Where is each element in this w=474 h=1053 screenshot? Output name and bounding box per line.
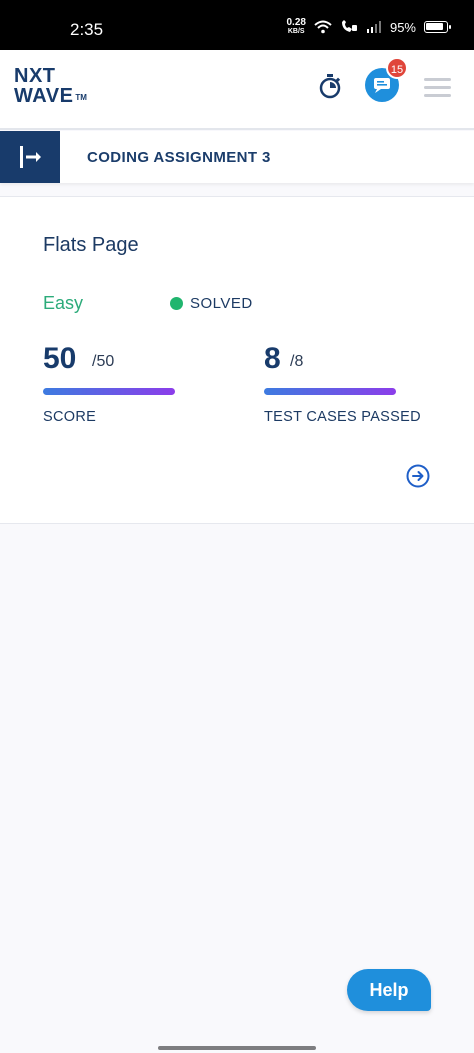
sidebar-toggle-button[interactable] <box>0 131 60 183</box>
battery-icon <box>424 21 451 33</box>
help-button[interactable]: Help <box>347 969 431 1011</box>
question-card[interactable]: Flats Page Easy SOLVED 50 /50 SCORE 8 /8… <box>0 196 474 524</box>
network-speed: 0.28 KB/S <box>286 17 306 36</box>
status-icons: 0.28 KB/S 95% <box>286 17 451 36</box>
tests-progress-bar <box>264 388 396 395</box>
solved-status-label: SOLVED <box>190 295 253 312</box>
question-title[interactable]: Flats Page <box>43 234 139 257</box>
arrow-right-circle-icon <box>406 464 430 488</box>
solved-status-dot <box>170 297 183 310</box>
assignment-bar: CODING ASSIGNMENT 3 <box>0 131 474 183</box>
home-indicator[interactable] <box>158 1046 316 1050</box>
open-question-button[interactable] <box>406 464 430 488</box>
stopwatch-icon[interactable] <box>318 74 342 100</box>
status-bar: 2:35 0.28 KB/S 95% <box>0 0 474 50</box>
call-icon <box>341 20 357 32</box>
status-time: 2:35 <box>70 20 104 39</box>
tests-total: /8 <box>290 353 304 370</box>
battery-percent: 95% <box>389 19 416 35</box>
expand-sidebar-icon <box>20 146 41 168</box>
wifi-icon <box>314 20 332 34</box>
score-progress-bar <box>43 388 175 395</box>
assignment-title: CODING ASSIGNMENT 3 <box>87 149 271 166</box>
score-total: /50 <box>92 353 115 370</box>
signal-icon <box>366 21 381 33</box>
tests-passed-value: 8 <box>264 342 281 375</box>
score-value: 50 <box>43 342 77 375</box>
difficulty-label: Easy <box>43 293 84 313</box>
app-header: NXT WAVE TM 15 <box>0 50 474 130</box>
hamburger-menu-icon[interactable] <box>424 78 451 98</box>
tests-label: TEST CASES PASSED <box>264 409 421 425</box>
nxtwave-logo[interactable]: NXT WAVE TM <box>14 66 87 108</box>
notification-badge: 15 <box>386 57 408 79</box>
score-label: SCORE <box>43 409 97 425</box>
